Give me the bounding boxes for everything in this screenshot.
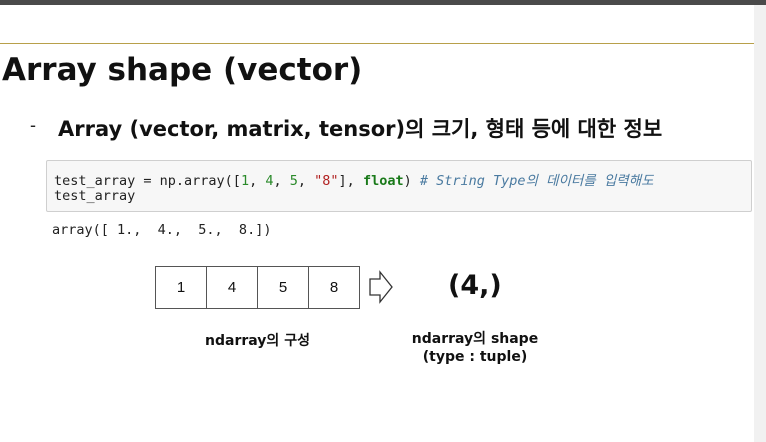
array-cell: 1 [155, 266, 207, 309]
code-cell[interactable]: test_array = np.array([1, 4, 5, "8"], fl… [46, 160, 752, 212]
caption-shape-line2: (type : tuple) [422, 349, 528, 365]
bullet-dash: - [30, 115, 36, 135]
top-bar [0, 0, 766, 5]
array-cell: 4 [206, 266, 258, 309]
slide-title: Array shape (vector) [2, 52, 363, 88]
title-rule [0, 43, 754, 44]
right-arrow-icon [369, 270, 393, 304]
caption-shape: ndarray의 shape (type : tuple) [380, 330, 570, 366]
code-line-2: test_array [54, 188, 136, 204]
array-cell: 5 [257, 266, 309, 309]
code-line-1: test_array = np.array([1, 4, 5, "8"], fl… [54, 173, 654, 189]
bullet-text: Array (vector, matrix, tensor)의 크기, 형태 등… [58, 117, 663, 141]
caption-structure: ndarray의 구성 [205, 333, 310, 349]
array-cell: 8 [308, 266, 360, 309]
caption-shape-line1: ndarray의 shape [411, 331, 539, 347]
code-output: array([ 1., 4., 5., 8.]) [52, 222, 272, 238]
right-scroll-strip [754, 5, 766, 442]
shape-value: (4,) [448, 270, 502, 301]
ndarray-cells: 1 4 5 8 [155, 266, 360, 309]
